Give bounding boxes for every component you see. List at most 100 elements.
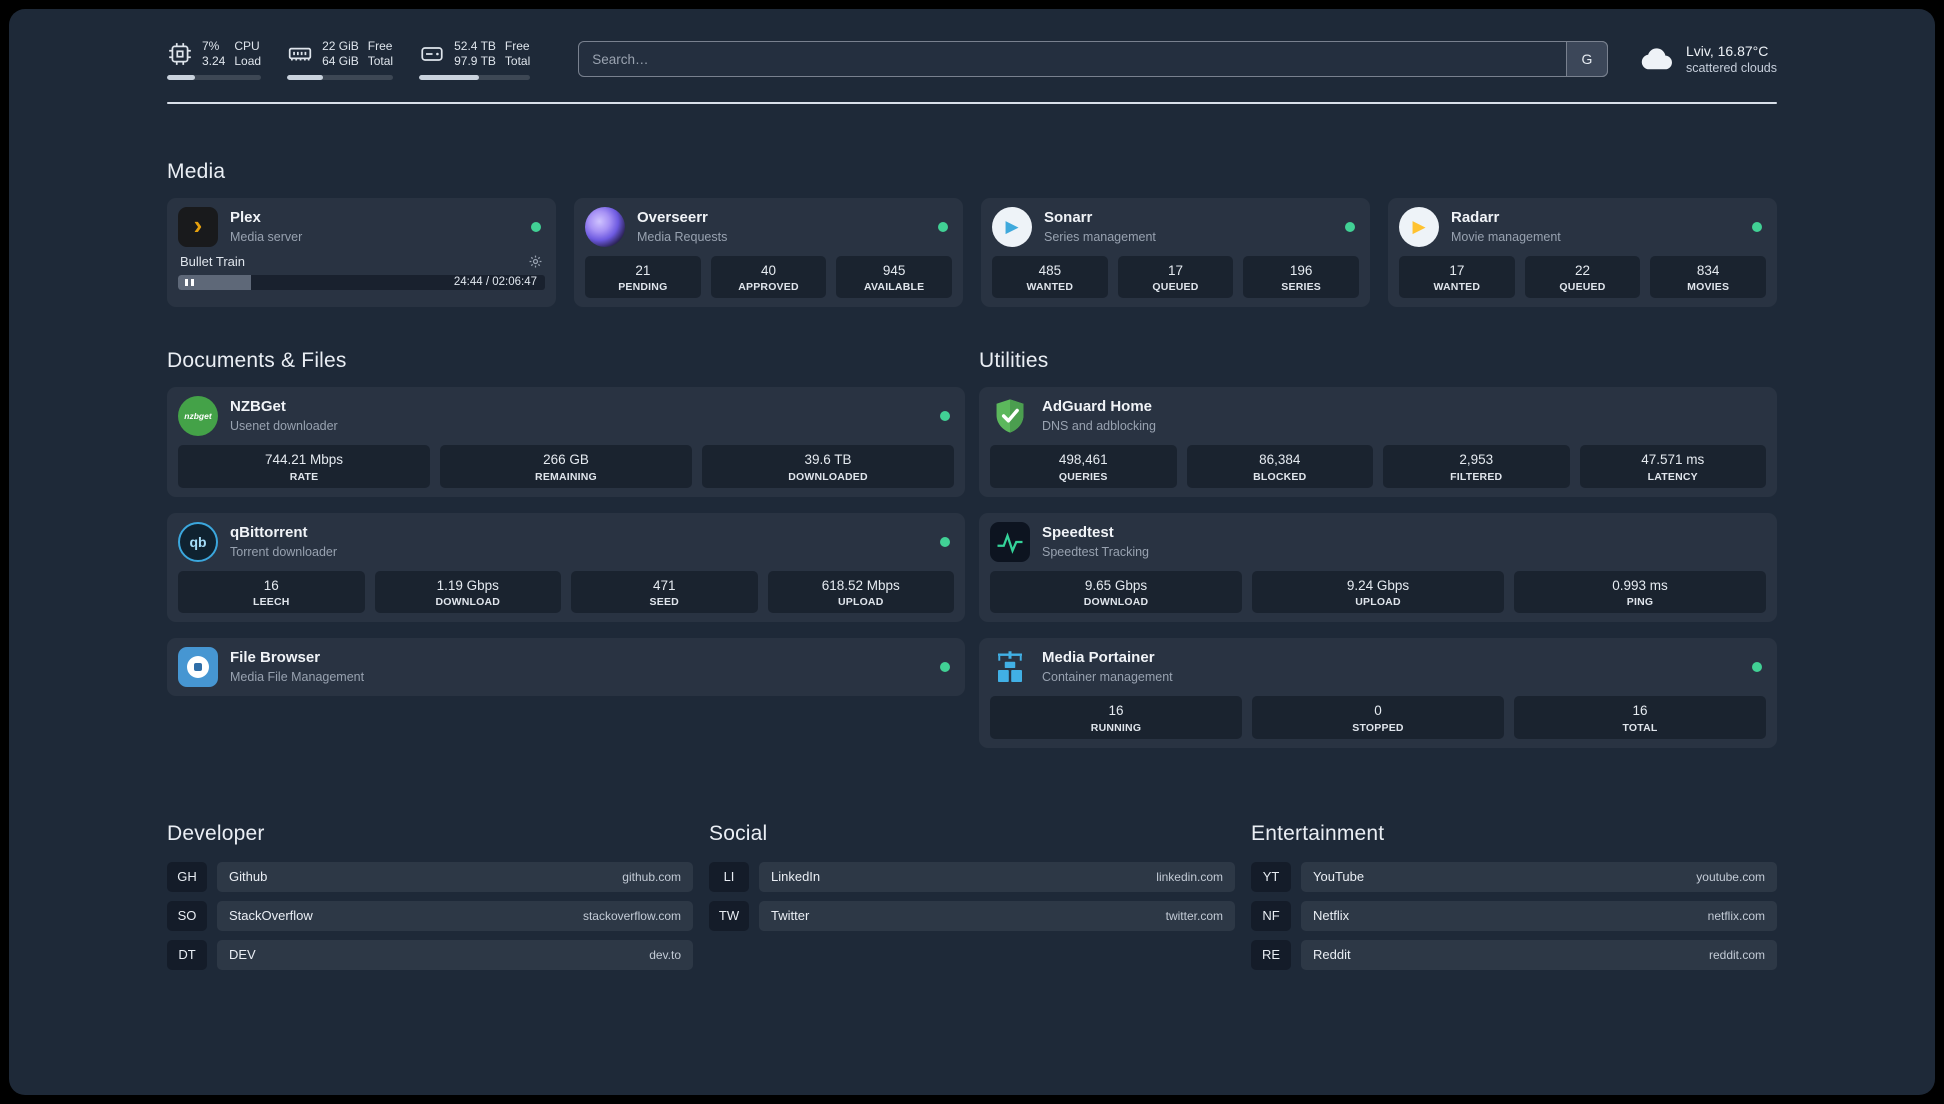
service-name: Plex [230, 208, 261, 226]
stat-value: 39.6 TB [804, 452, 852, 468]
stat-label: AVAILABLE [863, 281, 925, 294]
stat-value: 40 [760, 262, 776, 278]
service-link-radarr[interactable]: ▶ Radarr Movie management [1399, 206, 1766, 247]
stat-running: 16 RUNNING [990, 696, 1242, 739]
bookmark-name: LinkedIn [771, 869, 821, 885]
stat-value: 2,953 [1459, 452, 1494, 468]
bookmark-domain: reddit.com [1708, 947, 1765, 962]
bookmark-domain: twitter.com [1165, 908, 1223, 923]
service-link-filebrowser[interactable]: File Browser Media File Management [178, 647, 954, 688]
gear-icon[interactable] [528, 254, 543, 269]
stat-label: SERIES [1281, 281, 1322, 294]
service-link-portainer[interactable]: Media Portainer Container management [990, 647, 1766, 687]
bookmark-name: StackOverflow [229, 908, 313, 924]
service-description: Usenet downloader [230, 419, 338, 434]
stat-total: 16 TOTAL [1514, 696, 1766, 739]
bookmark-domain: linkedin.com [1156, 869, 1223, 884]
divider [167, 101, 1777, 104]
stat-value: 744.21 Mbps [264, 452, 344, 468]
playback-progress-bar[interactable]: 24:44 / 02:06:47 [178, 274, 545, 290]
stat-label: APPROVED [738, 281, 799, 294]
bookmark-github[interactable]: GH Github github.com [167, 861, 693, 892]
bookmark-abbr: NF [1251, 900, 1291, 931]
service-card-sonarr: ▶ Sonarr Series management 485 WANTED 17… [981, 197, 1370, 308]
memory-labels: Free Total [367, 39, 394, 69]
disk-labels: Free Total [504, 39, 531, 69]
stat-label: TOTAL [1622, 721, 1658, 734]
service-name: NZBGet [230, 398, 286, 416]
bookmark-twitter[interactable]: TW Twitter twitter.com [709, 900, 1235, 931]
weather-location: Lviv, 16.87°C [1685, 43, 1769, 60]
cpu-usage-bar [167, 74, 262, 80]
service-description: Series management [1044, 229, 1156, 244]
bookmark-domain: youtube.com [1696, 869, 1765, 884]
nzbget-icon: nzbget [178, 396, 218, 437]
cpu-values: 7% 3.24 [202, 39, 226, 69]
playback-time: 24:44 / 02:06:47 [453, 276, 537, 289]
bookmark-stackoverflow[interactable]: SO StackOverflow stackoverflow.com [167, 900, 693, 931]
stat-value: 0 [1374, 703, 1382, 719]
stat-value: 16 [1632, 703, 1648, 719]
section-title-media: Media [167, 159, 226, 183]
portainer-icon [990, 647, 1030, 687]
stat-value: 618.52 Mbps [821, 577, 900, 593]
speedtest-icon [990, 521, 1030, 562]
radarr-icon: ▶ [1399, 206, 1439, 247]
stat-stopped: 0 STOPPED [1252, 696, 1504, 739]
stat-label: MOVIES [1687, 281, 1730, 294]
stat-label: REMAINING [535, 470, 597, 483]
service-link-qbittorrent[interactable]: qb qBittorrent Torrent downloader [178, 521, 954, 562]
bookmark-group-entertainment: Entertainment YT YouTube youtube.com NF … [1251, 822, 1777, 979]
bookmark-netflix[interactable]: NF Netflix netflix.com [1251, 900, 1777, 931]
service-name: Media Portainer [1042, 649, 1155, 667]
service-link-sonarr[interactable]: ▶ Sonarr Series management [992, 206, 1359, 247]
stat-queries: 498,461 QUERIES [990, 445, 1177, 488]
stat-ping: 0.993 ms PING [1514, 570, 1766, 614]
stat-approved: 40 APPROVED [710, 255, 827, 299]
cpu-labels: CPU Load [234, 39, 262, 69]
service-card-qbittorrent: qb qBittorrent Torrent downloader 16 LEE… [167, 512, 965, 623]
stat-download: 1.19 Gbps DOWNLOAD [374, 570, 561, 614]
status-dot [938, 221, 948, 232]
service-link-adguard[interactable]: AdGuard Home DNS and adblocking [990, 396, 1766, 436]
bookmark-linkedin[interactable]: LI LinkedIn linkedin.com [709, 861, 1235, 892]
filebrowser-icon [178, 647, 218, 688]
stat-seed: 471 SEED [571, 570, 758, 614]
stat-filtered: 2,953 FILTERED [1383, 445, 1570, 488]
stat-label: LATENCY [1647, 470, 1698, 483]
bookmark-name: Reddit [1313, 947, 1351, 963]
stat-label: STOPPED [1352, 721, 1404, 734]
search-input[interactable] [578, 41, 1608, 78]
stat-value: 16 [1108, 703, 1124, 719]
service-description: DNS and adblocking [1042, 419, 1156, 434]
service-link-overseerr[interactable]: Overseerr Media Requests [585, 206, 952, 247]
stat-wanted: 485 WANTED [992, 255, 1108, 299]
pause-icon[interactable] [185, 278, 194, 286]
stat-value: 471 [652, 577, 676, 593]
service-card-filebrowser: File Browser Media File Management [167, 638, 965, 697]
bookmark-youtube[interactable]: YT YouTube youtube.com [1251, 861, 1777, 892]
service-name: Sonarr [1044, 208, 1093, 226]
search-provider-button[interactable]: G [1565, 41, 1608, 78]
section-documents: Documents & Files nzbget NZBGet Usenet d… [167, 349, 965, 697]
bookmark-domain: stackoverflow.com [582, 908, 681, 923]
service-card-radarr: ▶ Radarr Movie management 17 WANTED 22 Q… [1388, 197, 1777, 308]
service-link-nzbget[interactable]: nzbget NZBGet Usenet downloader [178, 396, 954, 437]
homepage-dashboard: 7% 3.24 CPU Load 22 GiB 64 GiB Free Tota… [9, 9, 1935, 1095]
sonarr-icon: ▶ [992, 206, 1032, 247]
bookmark-abbr: YT [1251, 861, 1291, 892]
section-media: Media › Plex Media server Bullet Train 2… [167, 160, 1777, 308]
stat-label: PING [1626, 596, 1654, 609]
stat-latency: 47.571 ms LATENCY [1579, 445, 1766, 488]
stat-label: RUNNING [1090, 721, 1142, 734]
bookmark-dev[interactable]: DT DEV dev.to [167, 939, 693, 970]
service-link-plex[interactable]: › Plex Media server [178, 206, 545, 247]
disk-usage-bar [419, 74, 531, 80]
service-description: Media Requests [637, 229, 728, 244]
bookmark-reddit[interactable]: RE Reddit reddit.com [1251, 939, 1777, 970]
stat-value: 0.993 ms [1612, 577, 1668, 593]
service-description: Media server [230, 229, 303, 244]
service-link-speedtest[interactable]: Speedtest Speedtest Tracking [990, 521, 1766, 562]
stat-available: 945 AVAILABLE [836, 255, 952, 299]
bookmark-abbr: TW [709, 900, 749, 931]
